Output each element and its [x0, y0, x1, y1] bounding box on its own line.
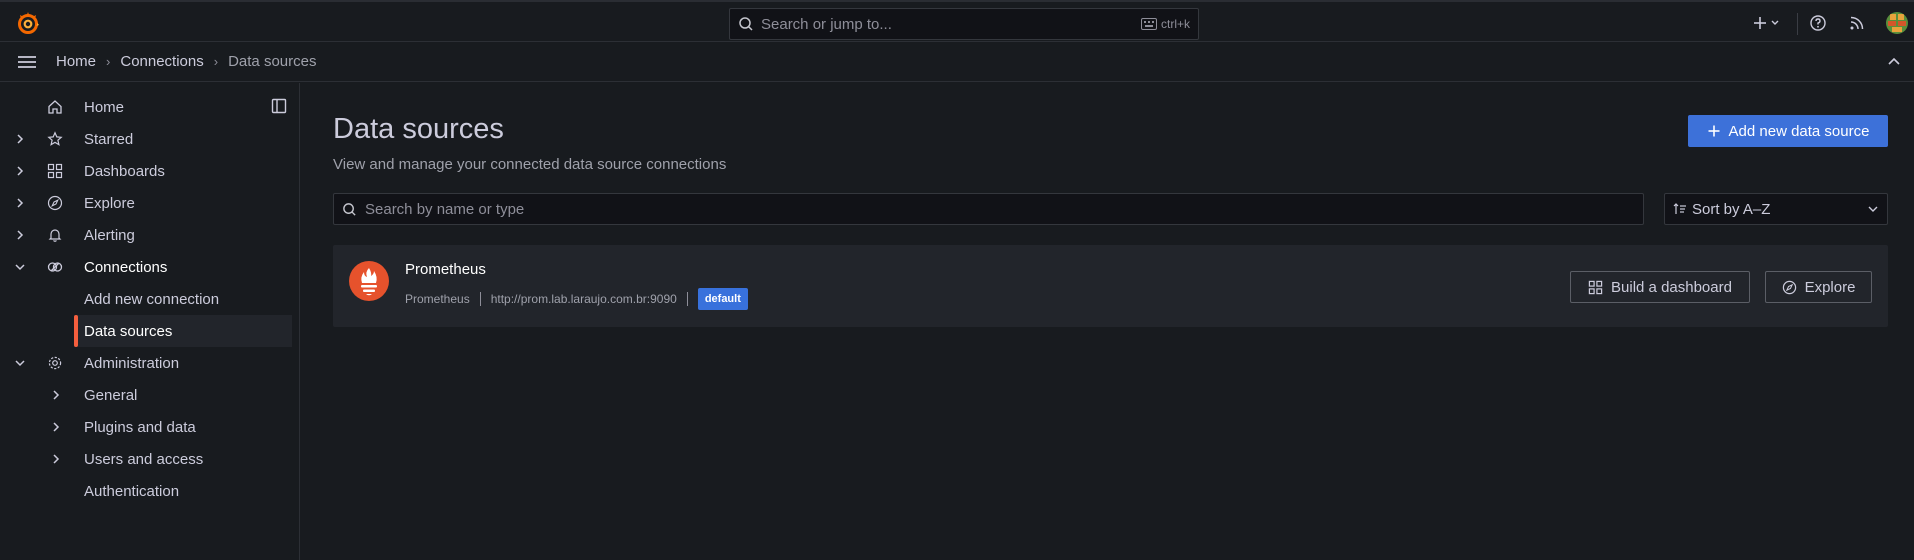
sidebar-item-label: Administration [84, 354, 180, 372]
avatar-icon [1886, 12, 1908, 34]
chevron-right-icon[interactable] [14, 197, 26, 209]
sidebar-item-label: Add new connection [84, 290, 220, 308]
active-indicator [74, 315, 78, 347]
breadcrumb-current: Data sources [228, 53, 317, 70]
sidebar-item-label: Home [84, 98, 125, 116]
sidebar-item-plugins-and-data[interactable]: Plugins and data [0, 411, 292, 443]
data-source-type: Prometheus [405, 292, 470, 306]
search-shortcut: ctrl+k [1140, 17, 1190, 31]
chevron-down-icon[interactable] [14, 357, 26, 369]
build-dashboard-label: Build a dashboard [1611, 278, 1732, 296]
sidebar-item-label: Starred [84, 130, 134, 148]
news-button[interactable] [1848, 14, 1866, 32]
sidebar-item-authentication[interactable]: Authentication [0, 475, 292, 507]
sidebar-item-connections[interactable]: Connections [0, 251, 292, 283]
search-icon [739, 17, 753, 31]
menu-toggle-button[interactable] [16, 52, 38, 72]
build-dashboard-button[interactable]: Build a dashboard [1570, 271, 1750, 303]
sort-icon [1673, 203, 1686, 214]
new-menu-button[interactable] [1752, 13, 1784, 33]
breadcrumb-bar: Home › Connections › Data sources [0, 42, 1914, 82]
sidebar-item-label: General [84, 386, 138, 404]
sidebar-item-label: Users and access [84, 450, 204, 468]
sidebar-item-general[interactable]: General [0, 379, 292, 411]
plus-icon [1708, 125, 1720, 137]
sidebar-item-label: Connections [84, 258, 168, 276]
gear-icon [48, 356, 62, 370]
sidebar-item-starred[interactable]: Starred [0, 123, 292, 155]
search-icon [343, 202, 356, 216]
sidebar-item-alerting[interactable]: Alerting [0, 219, 292, 251]
data-source-card[interactable]: Prometheus Prometheus http://prom.lab.la… [333, 245, 1888, 327]
apps-icon [1588, 280, 1603, 294]
sidebar-item-data-sources[interactable]: Data sources [74, 315, 292, 347]
sidebar: Home Starred Dashboards Explore Alerting… [0, 83, 300, 560]
chevron-down-icon[interactable] [14, 261, 26, 273]
compass-icon [47, 195, 63, 211]
meta-divider [479, 292, 481, 306]
shortcut-label: ctrl+k [1160, 17, 1190, 31]
bell-icon [48, 229, 62, 242]
connections-icon [47, 262, 63, 272]
explore-button[interactable]: Explore [1765, 271, 1872, 303]
add-button-label: Add new data source [1728, 122, 1870, 140]
user-avatar[interactable] [1886, 12, 1908, 34]
data-source-meta: Prometheus http://prom.lab.laraujo.com.b… [405, 288, 748, 310]
apps-icon [47, 163, 63, 179]
plus-icon [1754, 17, 1779, 29]
grafana-logo-icon[interactable] [16, 11, 40, 35]
data-source-url: http://prom.lab.laraujo.com.br:9090 [490, 292, 677, 306]
explore-label: Explore [1804, 278, 1856, 296]
keyboard-icon [1140, 18, 1157, 30]
top-bar: Search or jump to... ctrl+k [0, 0, 1914, 42]
page-subtitle: View and manage your connected data sour… [333, 156, 727, 173]
chevron-right-icon[interactable] [50, 389, 62, 401]
filter-search-input[interactable]: Search by name or type [333, 193, 1644, 225]
default-badge: default [697, 288, 748, 310]
sidebar-item-users-and-access[interactable]: Users and access [0, 443, 292, 475]
sidebar-item-add-new-connection[interactable]: Add new connection [0, 283, 292, 315]
sidebar-item-explore[interactable]: Explore [0, 187, 292, 219]
chevron-right-icon[interactable] [50, 421, 62, 433]
hamburger-icon [18, 56, 36, 68]
filter-placeholder: Search by name or type [365, 200, 525, 218]
add-new-data-source-button[interactable]: Add new data source [1688, 115, 1888, 147]
sidebar-item-label: Dashboards [84, 162, 165, 180]
search-placeholder: Search or jump to... [761, 15, 892, 33]
help-circle-icon [1810, 15, 1826, 31]
help-button[interactable] [1809, 14, 1827, 32]
sidebar-item-label: Authentication [84, 482, 180, 500]
chevron-right-icon[interactable] [50, 453, 62, 465]
chevron-right-icon[interactable] [14, 133, 26, 145]
rss-icon [1850, 16, 1864, 30]
sidebar-item-label: Explore [84, 194, 135, 212]
compass-icon [1782, 280, 1796, 294]
collapse-header-button[interactable] [1886, 54, 1902, 70]
search-input[interactable]: Search or jump to... ctrl+k [729, 8, 1199, 40]
breadcrumb-connections[interactable]: Connections [120, 53, 203, 70]
sort-label: Sort by A–Z [1692, 200, 1771, 218]
chevron-right-icon[interactable] [14, 229, 26, 241]
data-source-name[interactable]: Prometheus [405, 261, 486, 278]
page-title: Data sources [333, 113, 504, 145]
sidebar-item-administration[interactable]: Administration [0, 347, 292, 379]
breadcrumb-separator-icon: › [106, 54, 111, 69]
prometheus-logo-icon [349, 261, 389, 301]
breadcrumb: Home › Connections › Data sources [56, 53, 316, 70]
breadcrumb-separator-icon: › [213, 54, 219, 69]
chevron-up-icon [1888, 57, 1900, 65]
topbar-divider [1797, 13, 1798, 35]
sidebar-item-label: Plugins and data [84, 418, 196, 436]
sort-select[interactable]: Sort by A–Z [1664, 193, 1888, 225]
meta-divider [686, 292, 688, 306]
sidebar-item-label: Alerting [84, 226, 135, 244]
star-icon [47, 131, 63, 146]
chevron-right-icon[interactable] [14, 165, 26, 177]
chevron-down-icon [1868, 206, 1878, 212]
breadcrumb-home[interactable]: Home [56, 53, 96, 70]
sidebar-item-dashboards[interactable]: Dashboards [0, 155, 292, 187]
sidebar-item-home[interactable]: Home [0, 91, 292, 123]
home-icon [48, 100, 62, 114]
sidebar-item-label: Data sources [84, 322, 173, 340]
